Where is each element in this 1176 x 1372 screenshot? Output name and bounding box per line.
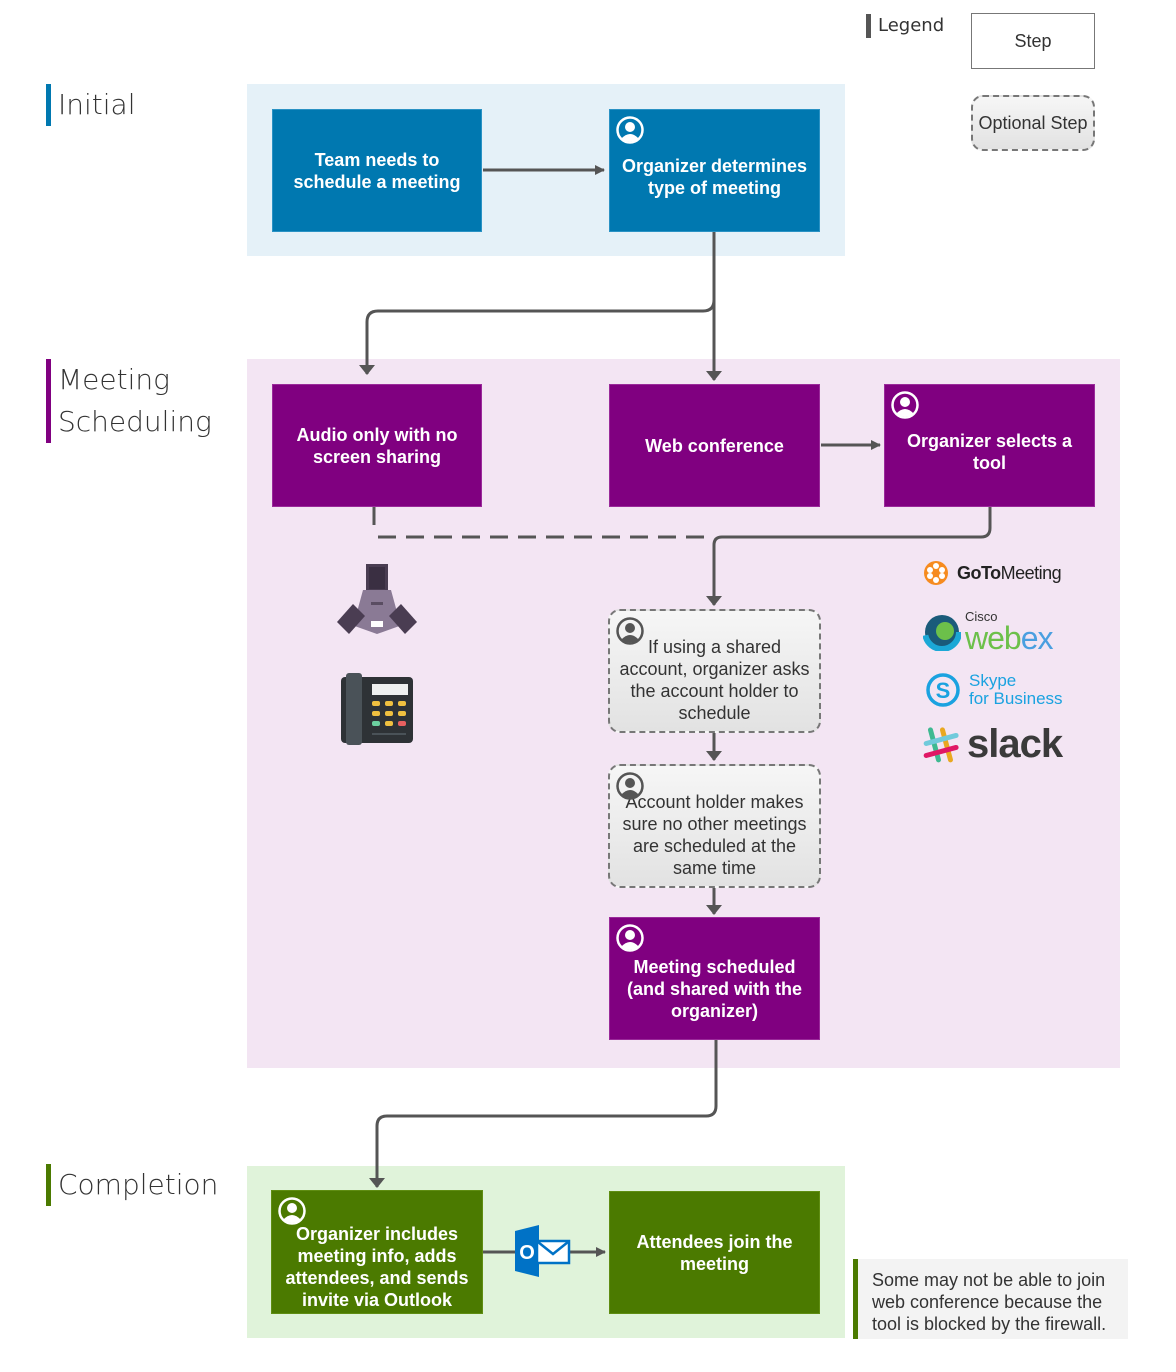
user-icon [616, 924, 644, 952]
webex-logo: Cisco webex [923, 610, 1053, 654]
skype-icon: S [926, 673, 960, 707]
user-icon [616, 617, 644, 645]
connector-select-merge [706, 507, 992, 606]
conference-phone-icon [337, 564, 417, 634]
slack-hash-icon [923, 726, 959, 762]
step-organizer-determines[interactable]: Organizer determines type of meeting [609, 109, 820, 232]
gotomeeting-logo: GoToMeeting [921, 558, 1062, 588]
step-attendees-join[interactable]: Attendees join the meeting [609, 1191, 820, 1314]
svg-text:O: O [519, 1242, 535, 1264]
step-web-conference[interactable]: Web conference [609, 384, 820, 507]
skype-for-business-logo: S Skype for Business [923, 670, 1063, 710]
desk-phone-icon [341, 673, 413, 745]
svg-text:S: S [936, 678, 951, 703]
step-organizer-selects[interactable]: Organizer selects a tool [884, 384, 1095, 507]
gotomeeting-flower-icon [924, 561, 948, 585]
webex-circle-icon [923, 612, 961, 651]
step-organizer-includes[interactable]: Organizer includes meeting info, adds at… [271, 1190, 483, 1314]
user-icon [616, 772, 644, 800]
optional-step-shared-account[interactable]: If using a shared account, organizer ask… [608, 609, 821, 733]
slack-logo: slack [921, 722, 1063, 767]
step-meeting-scheduled[interactable]: Meeting scheduled (and shared with the o… [609, 917, 820, 1040]
firewall-note: Some may not be able to join web confere… [853, 1259, 1128, 1339]
optional-step-account-holder[interactable]: Account holder makes sure no other meeti… [608, 764, 821, 888]
user-icon [616, 116, 644, 144]
step-audio-only[interactable]: Audio only with no screen sharing [272, 384, 482, 507]
connector-audio-dashed [372, 507, 708, 539]
user-icon [278, 1197, 306, 1225]
step-team-needs[interactable]: Team needs to schedule a meeting [272, 109, 482, 232]
connector-organizer-to-audio [359, 299, 716, 375]
connector-scheduled-to-includes [369, 1040, 718, 1188]
outlook-icon: O [515, 1225, 571, 1277]
user-icon [891, 391, 919, 419]
